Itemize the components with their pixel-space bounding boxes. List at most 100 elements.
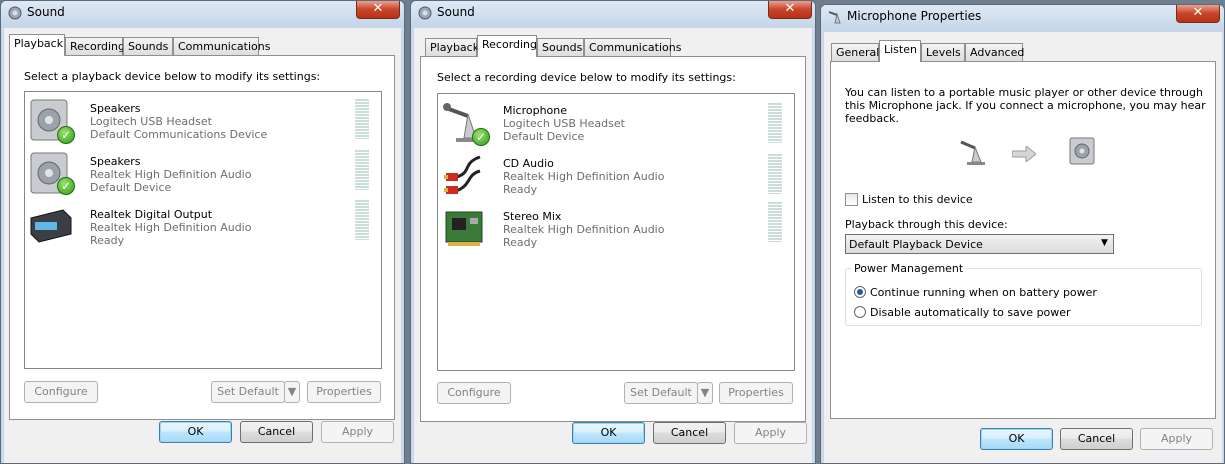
tab-sounds[interactable]: Sounds (123, 37, 173, 56)
listen-checkbox-label[interactable]: Listen to this device (862, 193, 973, 206)
playback-device-select[interactable]: Default Playback Device ▼ (845, 234, 1114, 254)
tab-sounds[interactable]: Sounds (537, 38, 584, 57)
sound-window-playback: Sound ✕ Playback Recording Sounds Commun… (0, 0, 405, 464)
tab-panel: Select a playback device below to modify… (9, 55, 395, 420)
radio-disable-automatically[interactable] (854, 306, 866, 318)
device-name: CD Audio (503, 157, 554, 170)
sound-app-icon (418, 6, 432, 20)
ok-button[interactable]: OK (572, 422, 645, 444)
client-area: Playback Recording Sounds Communications… (4, 28, 401, 463)
tab-recording[interactable]: Recording (477, 35, 537, 57)
cancel-button[interactable]: Cancel (1060, 428, 1133, 450)
listen-checkbox[interactable] (845, 193, 858, 206)
window-title: Sound (27, 5, 65, 19)
microphone-properties-window: Microphone Properties ✕ General Listen L… (820, 4, 1225, 464)
level-meter (355, 200, 369, 240)
power-management-title: Power Management (851, 262, 967, 275)
tab-advanced[interactable]: Advanced (965, 43, 1024, 62)
title-bar[interactable]: Microphone Properties (821, 5, 1224, 31)
default-check-icon: ✓ (57, 177, 75, 195)
chevron-down-icon: ▼ (1101, 238, 1108, 248)
chevron-down-icon: ▼ (287, 385, 297, 398)
description-line1: You can listen to a portable music playe… (845, 86, 1203, 99)
cancel-button[interactable]: Cancel (240, 421, 313, 443)
properties-button[interactable]: Properties (307, 381, 381, 403)
list-item[interactable]: ✓ Microphone Logitech USB Headset Defaul… (438, 96, 782, 148)
device-line2: Default Device (503, 130, 585, 143)
level-meter (768, 154, 782, 194)
ok-button[interactable]: OK (980, 428, 1053, 450)
device-line1: Realtek High Definition Audio (503, 223, 665, 236)
apply-button[interactable]: Apply (734, 422, 807, 444)
playback-through-label: Playback through this device: (845, 218, 1008, 231)
set-default-dropdown[interactable]: ▼ (284, 381, 300, 403)
device-line2: Ready (90, 234, 125, 247)
device-name: Stereo Mix (503, 210, 562, 223)
device-line1: Logitech USB Headset (90, 115, 212, 128)
device-name: Realtek Digital Output (90, 208, 213, 221)
ok-button[interactable]: OK (159, 421, 232, 443)
device-list[interactable]: ✓ Microphone Logitech USB Headset Defaul… (437, 93, 795, 371)
title-bar[interactable]: Sound (1, 1, 404, 27)
configure-button[interactable]: Configure (437, 382, 511, 404)
radio-disable-automatically-label[interactable]: Disable automatically to save power (870, 306, 1071, 319)
list-item[interactable]: CD Audio Realtek High Definition Audio R… (438, 149, 782, 201)
device-line1: Realtek High Definition Audio (90, 168, 252, 181)
tab-recording[interactable]: Recording (65, 37, 125, 56)
client-area: General Listen Levels Advanced You can l… (824, 32, 1222, 463)
close-button[interactable]: ✕ (768, 1, 812, 19)
list-item[interactable]: Realtek Digital Output Realtek High Defi… (25, 200, 369, 252)
device-name: Speakers (90, 102, 141, 115)
sound-window-recording: Sound ✕ Playback Recording Sounds Commun… (410, 0, 816, 464)
device-line2: Ready (503, 236, 538, 249)
device-list[interactable]: ✓ Speakers Logitech USB Headset Default … (24, 91, 382, 369)
instruction-text: Select a playback device below to modify… (24, 70, 321, 83)
description-line3: feedback. (845, 112, 900, 125)
microphone-icon (828, 11, 841, 24)
window-title: Microphone Properties (847, 9, 982, 23)
cancel-button[interactable]: Cancel (653, 422, 726, 444)
close-button[interactable]: ✕ (356, 1, 400, 19)
list-item[interactable]: Stereo Mix Realtek High Definition Audio… (438, 202, 782, 254)
radio-continue-running[interactable] (854, 286, 866, 298)
level-meter (355, 99, 369, 139)
apply-button[interactable]: Apply (321, 421, 394, 443)
radio-selected-dot (857, 289, 863, 295)
arrow-right-icon (1012, 146, 1036, 162)
instruction-text: Select a recording device below to modif… (437, 71, 736, 84)
level-meter (768, 202, 782, 242)
radio-continue-running-label[interactable]: Continue running when on battery power (870, 286, 1097, 299)
device-line1: Realtek High Definition Audio (503, 170, 665, 183)
sound-app-icon (8, 6, 22, 20)
sound-card-icon (445, 211, 483, 246)
tab-listen[interactable]: Listen (879, 40, 921, 62)
tab-playback[interactable]: Playback (425, 38, 479, 57)
set-default-button[interactable]: Set Default (211, 381, 285, 403)
tab-levels[interactable]: Levels (921, 43, 965, 62)
close-button[interactable]: ✕ (1176, 5, 1220, 23)
list-item[interactable]: ✓ Speakers Realtek High Definition Audio… (25, 147, 369, 199)
tab-general[interactable]: General (831, 43, 879, 62)
tab-communications[interactable]: Communications (173, 37, 270, 56)
description-line2: this Microphone jack. If you connect a m… (845, 99, 1206, 112)
list-item[interactable]: ✓ Speakers Logitech USB Headset Default … (25, 94, 369, 146)
tab-playback[interactable]: Playback (9, 34, 65, 56)
properties-button[interactable]: Properties (719, 382, 793, 404)
rca-cable-icon (444, 155, 481, 194)
device-line1: Logitech USB Headset (503, 117, 625, 130)
set-default-button[interactable]: Set Default (624, 382, 698, 404)
microphone-icon (960, 140, 985, 165)
set-default-dropdown[interactable]: ▼ (697, 382, 713, 404)
client-area: Playback Recording Sounds Communications… (414, 28, 812, 463)
level-meter (768, 103, 782, 143)
tab-panel: Select a recording device below to modif… (420, 56, 806, 422)
configure-button[interactable]: Configure (24, 381, 98, 403)
apply-button[interactable]: Apply (1140, 428, 1213, 450)
speaker-icon (1069, 137, 1095, 165)
device-name: Microphone (503, 104, 568, 117)
title-bar[interactable]: Sound (411, 1, 815, 27)
default-check-icon: ✓ (472, 128, 490, 146)
digital-output-icon (30, 209, 72, 243)
device-line1: Realtek High Definition Audio (90, 221, 252, 234)
tab-communications[interactable]: Communications (584, 38, 681, 57)
